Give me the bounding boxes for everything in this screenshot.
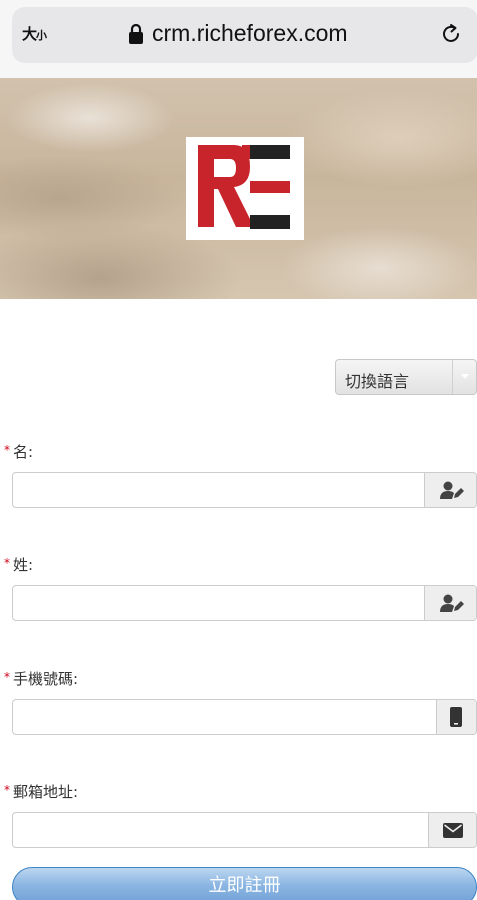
envelope-icon (443, 823, 463, 838)
user-edit-icon (440, 594, 464, 612)
url-text: crm.richeforex.com (152, 20, 348, 46)
text-size-big: 大 (22, 25, 37, 43)
language-select[interactable]: 切換語言 (335, 359, 477, 395)
url-field[interactable]: 大小 crm.richeforex.com (12, 7, 477, 63)
language-select-label: 切換語言 (345, 372, 410, 391)
phone-label-text: 手機號碼: (13, 670, 79, 688)
phone-label: * 手機號碼: (4, 668, 78, 689)
lock-icon (129, 23, 143, 44)
envelope-addon (428, 813, 476, 847)
first-name-field[interactable] (13, 473, 425, 507)
reload-icon[interactable] (440, 23, 462, 45)
email-label-text: 郵箱地址: (13, 783, 79, 801)
required-mark: * (4, 556, 10, 570)
last-name-label: * 姓: (4, 554, 33, 575)
phone-group (12, 699, 477, 735)
browser-address-bar: 大小 crm.richeforex.com (0, 0, 477, 78)
phone-field[interactable] (13, 700, 437, 734)
user-edit-addon (424, 473, 476, 507)
email-field[interactable] (13, 813, 429, 847)
required-mark: * (4, 783, 10, 797)
mobile-phone-icon (450, 707, 462, 727)
first-name-group (12, 472, 477, 508)
required-mark: * (4, 670, 10, 684)
riche-logo-icon (198, 145, 290, 229)
mobile-addon (436, 700, 476, 734)
text-size-button[interactable]: 大小 (22, 23, 47, 44)
email-group (12, 812, 477, 848)
user-edit-icon (440, 481, 464, 499)
user-edit-addon (424, 586, 476, 620)
first-name-label: * 名: (4, 441, 33, 462)
last-name-label-text: 姓: (13, 556, 34, 574)
last-name-field[interactable] (13, 586, 425, 620)
header-banner (0, 78, 477, 299)
first-name-label-text: 名: (13, 443, 34, 461)
chevron-down-icon (452, 360, 476, 394)
logo (186, 137, 304, 240)
email-label: * 郵箱地址: (4, 781, 78, 802)
text-size-small: 小 (36, 29, 47, 42)
register-now-button[interactable]: 立即註冊 (12, 867, 477, 900)
required-mark: * (4, 443, 10, 457)
last-name-group (12, 585, 477, 621)
